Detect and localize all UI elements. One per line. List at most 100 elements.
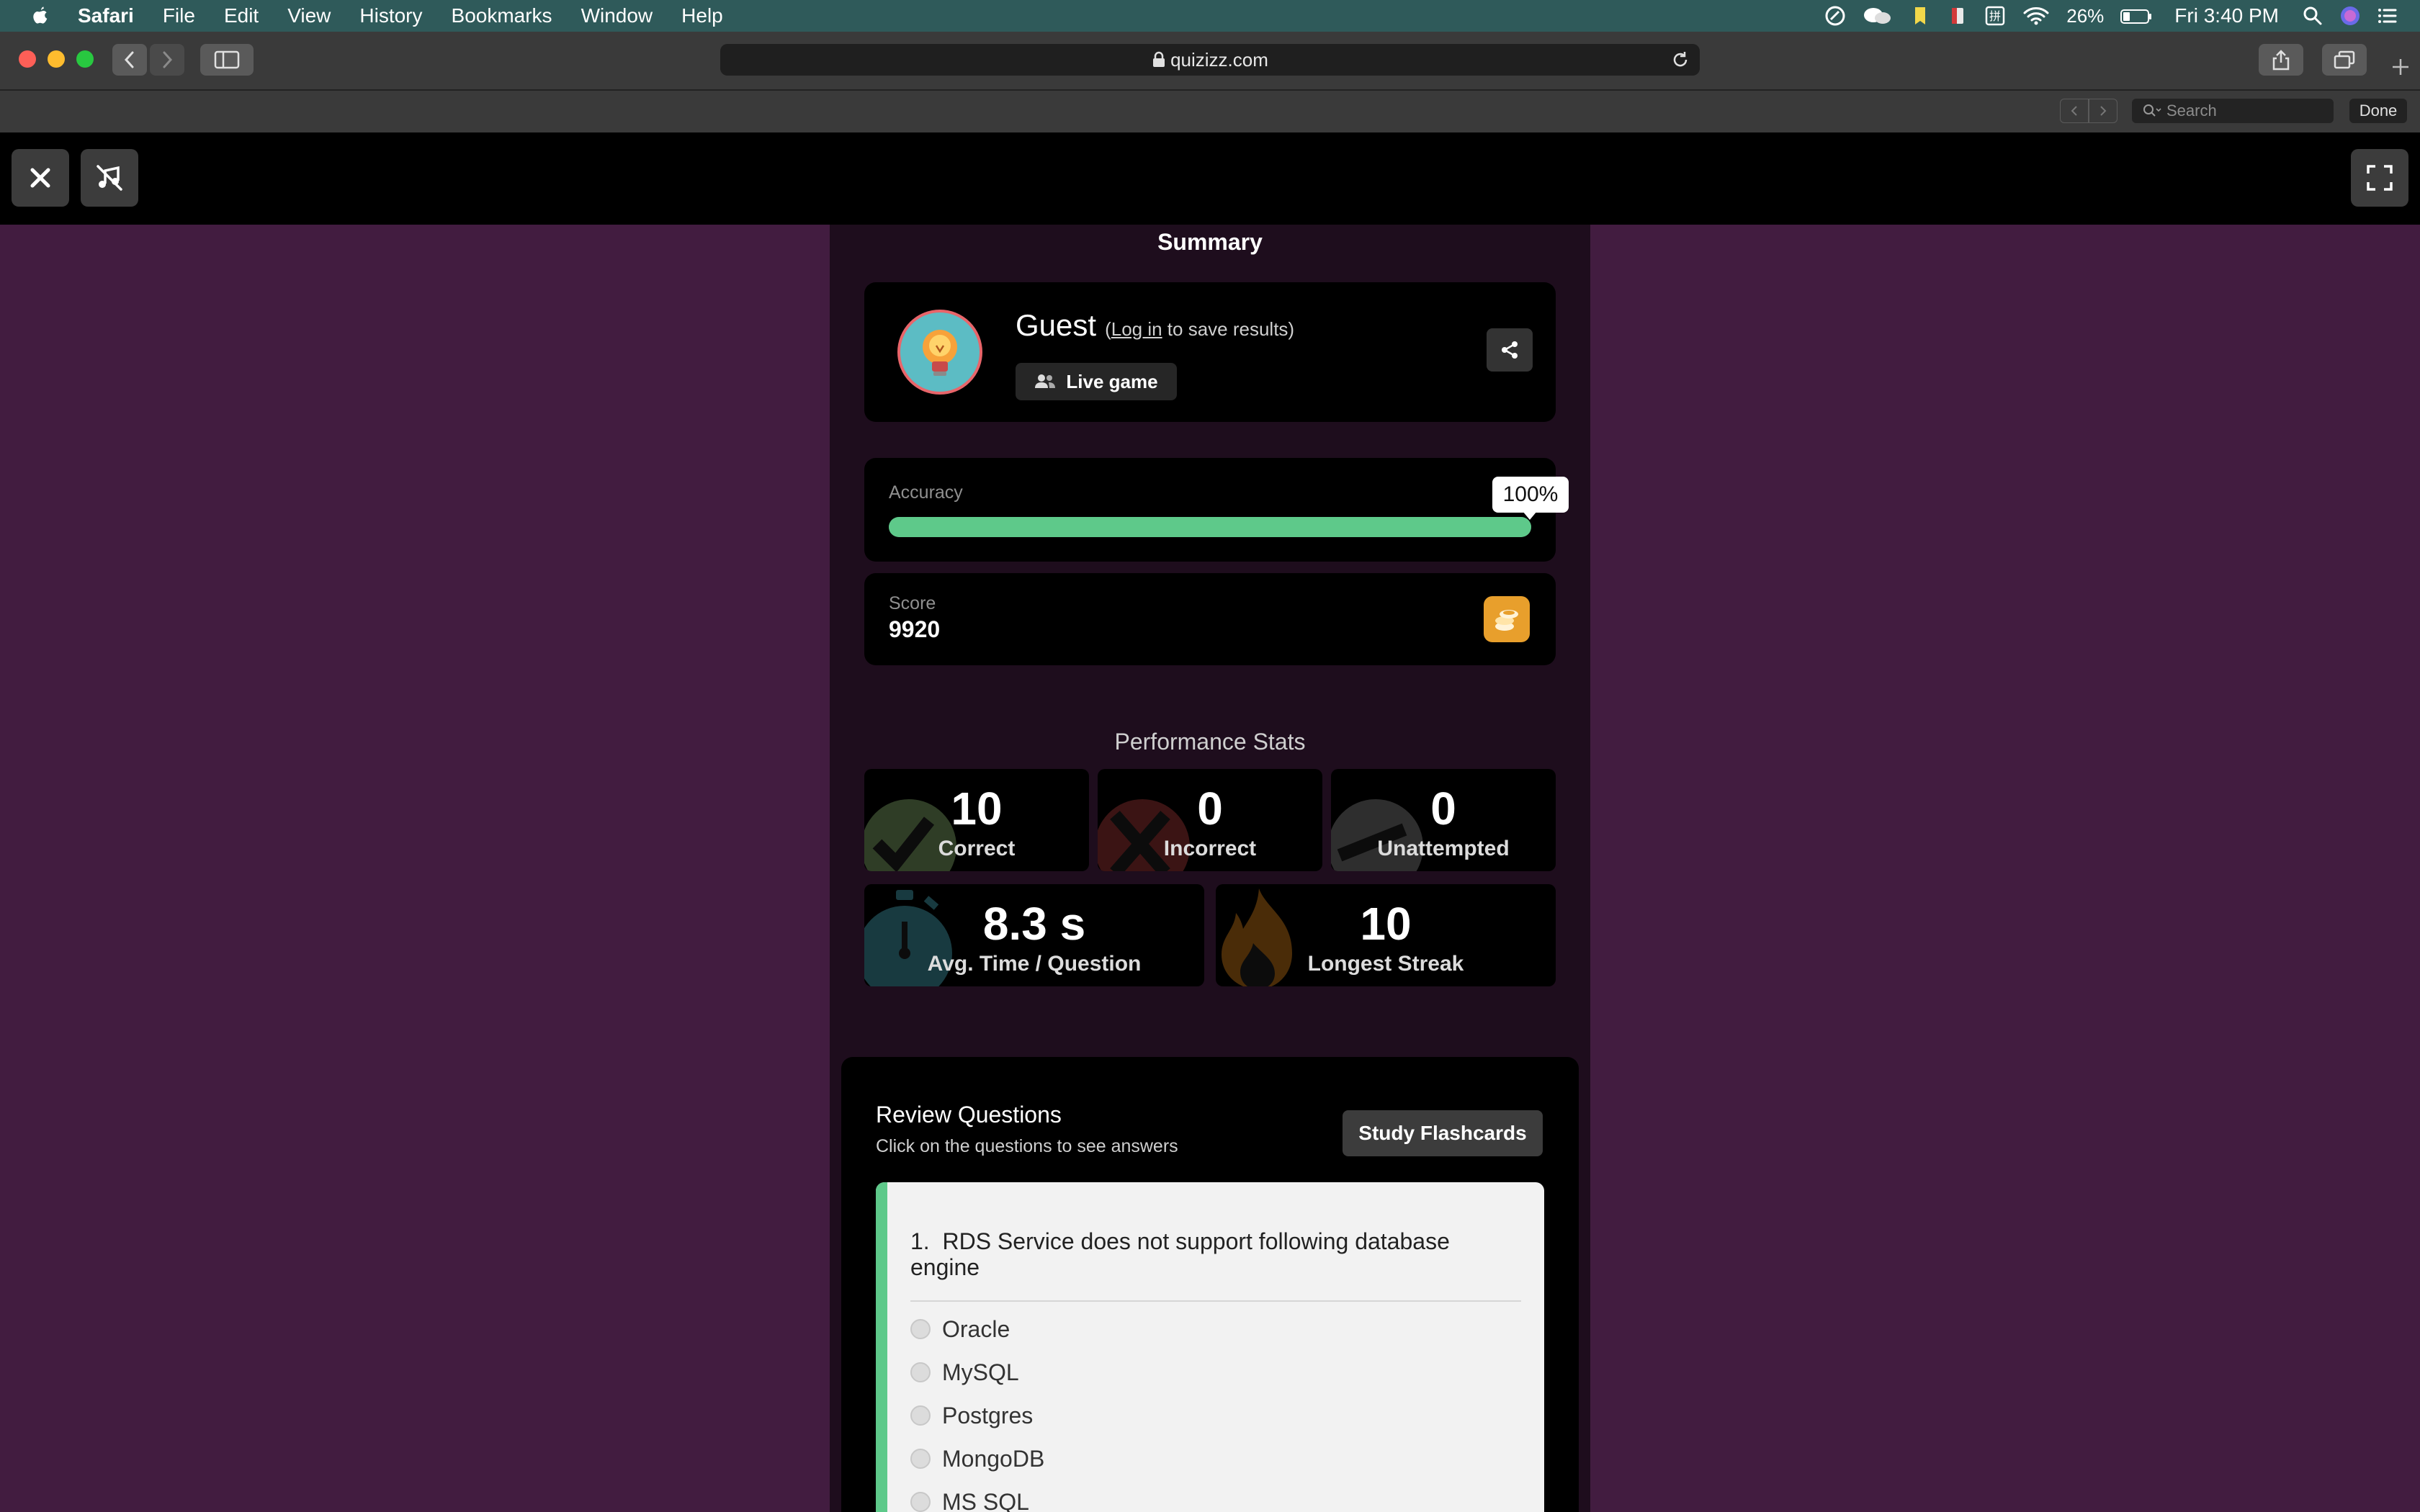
menu-history[interactable]: History [359, 4, 422, 27]
avg-time-label: Avg. Time / Question [927, 952, 1142, 976]
game-mode-badge: Live game [1016, 363, 1177, 400]
menu-bar: Safari File Edit View History Bookmarks … [0, 0, 2420, 32]
option-postgres: Postgres [910, 1401, 1033, 1430]
avg-time-value: 8.3 s [982, 898, 1086, 950]
zoom-window-button[interactable] [76, 50, 94, 68]
address-bar[interactable]: quizizz.com [720, 44, 1700, 76]
wechat-icon[interactable] [1862, 5, 1894, 27]
fullscreen-icon [2367, 165, 2393, 191]
siri-icon[interactable] [2339, 5, 2361, 27]
input-method-icon[interactable]: 拼 [1984, 5, 2006, 27]
share-results-button[interactable] [1487, 328, 1533, 372]
option-label: Oracle [942, 1315, 1010, 1342]
score-card: Score 9920 [864, 573, 1556, 665]
mute-music-button[interactable] [81, 149, 138, 207]
quiz-top-bar [0, 132, 2420, 225]
menu-app-name[interactable]: Safari [78, 4, 134, 27]
avatar [897, 310, 982, 395]
menu-file[interactable]: File [163, 4, 195, 27]
accuracy-bar [889, 517, 1531, 537]
find-previous-button[interactable] [2060, 99, 2089, 123]
menu-edit[interactable]: Edit [224, 4, 259, 27]
close-window-button[interactable] [19, 50, 36, 68]
streak-stat: 10 Longest Streak [1216, 884, 1556, 986]
avg-time-stat: 8.3 s Avg. Time / Question [864, 884, 1204, 986]
menu-view[interactable]: View [287, 4, 331, 27]
menubar-clock[interactable]: Fri 3:40 PM [2174, 4, 2279, 27]
game-mode-label: Live game [1066, 370, 1158, 392]
find-done-button[interactable]: Done [2349, 99, 2407, 123]
accuracy-value: 100% [1502, 482, 1559, 506]
player-card: Guest (Log in to save results) Live game [864, 282, 1556, 422]
accuracy-tooltip: 100% [1492, 477, 1569, 513]
question-card[interactable]: 1. RDS Service does not support followin… [876, 1182, 1544, 1512]
circle-app-icon[interactable] [1824, 5, 1846, 27]
find-search-field[interactable]: Search [2132, 99, 2334, 123]
option-label: Postgres [942, 1402, 1034, 1428]
option-label: MongoDB [942, 1445, 1045, 1472]
question-divider [910, 1300, 1521, 1302]
back-button[interactable] [112, 44, 147, 76]
menu-window[interactable]: Window [581, 4, 653, 27]
review-title: Review Questions [876, 1102, 1062, 1128]
battery-percent: 26% [2066, 4, 2105, 27]
login-suffix: to save results) [1162, 318, 1295, 340]
url-text: quizizz.com [1170, 48, 1268, 71]
accuracy-card: Accuracy [864, 458, 1556, 562]
accuracy-label: Accuracy [889, 482, 963, 503]
apple-icon[interactable] [29, 4, 52, 27]
radio-icon [910, 1319, 931, 1339]
incorrect-count: 0 [1197, 783, 1223, 834]
browser-toolbar: quizizz.com [0, 32, 2420, 91]
option-oracle: Oracle [910, 1315, 1010, 1344]
login-link[interactable]: Log in [1111, 318, 1162, 340]
close-icon [30, 168, 50, 188]
option-mysql: MySQL [910, 1358, 1019, 1387]
notification-center-icon[interactable] [2377, 5, 2398, 27]
minimize-window-button[interactable] [48, 50, 65, 68]
share-button[interactable] [2259, 44, 2303, 76]
reload-icon[interactable] [1671, 50, 1690, 69]
login-prefix: ( [1105, 318, 1111, 340]
study-flashcards-button[interactable]: Study Flashcards [1343, 1110, 1543, 1156]
flag-icon[interactable] [1947, 5, 1968, 27]
share-icon [1502, 341, 1518, 359]
coins-badge [1484, 596, 1530, 642]
wifi-icon[interactable] [2022, 5, 2051, 27]
incorrect-stat: 0 Incorrect [1098, 769, 1322, 871]
spotlight-search-icon[interactable] [2302, 5, 2323, 27]
question-text: 1. RDS Service does not support followin… [910, 1228, 1501, 1280]
radio-icon [910, 1362, 931, 1382]
close-quiz-button[interactable] [12, 149, 69, 207]
correct-indicator-strip [876, 1182, 887, 1512]
bookmark-shield-icon[interactable] [1909, 5, 1931, 27]
option-label: MySQL [942, 1359, 1019, 1385]
new-tab-icon[interactable] [2390, 56, 2411, 78]
music-off-icon [97, 165, 122, 191]
correct-label: Correct [938, 837, 1016, 860]
incorrect-label: Incorrect [1163, 837, 1257, 860]
review-subtitle: Click on the questions to see answers [876, 1136, 1178, 1156]
sidebar-toggle-button[interactable] [200, 44, 254, 76]
chevron-left-icon [124, 51, 134, 68]
score-label: Score [889, 593, 936, 613]
forward-button[interactable] [150, 44, 184, 76]
question-number: 1. [910, 1228, 930, 1254]
menu-help[interactable]: Help [681, 4, 723, 27]
fullscreen-button[interactable] [2351, 149, 2408, 207]
option-mssql: MS SQL [910, 1488, 1029, 1512]
radio-icon [910, 1405, 931, 1426]
battery-icon[interactable] [2120, 5, 2153, 27]
tabs-icon [2334, 50, 2355, 69]
performance-title: Performance Stats [1114, 729, 1306, 755]
player-name: Guest [1016, 308, 1097, 342]
accuracy-track [889, 517, 1531, 537]
menu-bookmarks[interactable]: Bookmarks [452, 4, 552, 27]
users-icon [1035, 374, 1056, 388]
find-placeholder: Search [2166, 102, 2217, 120]
unattempted-label: Unattempted [1377, 837, 1510, 860]
tabs-overview-button[interactable] [2322, 44, 2367, 76]
find-next-button[interactable] [2089, 99, 2118, 123]
option-mongodb: MongoDB [910, 1444, 1044, 1473]
search-icon [2143, 104, 2161, 117]
